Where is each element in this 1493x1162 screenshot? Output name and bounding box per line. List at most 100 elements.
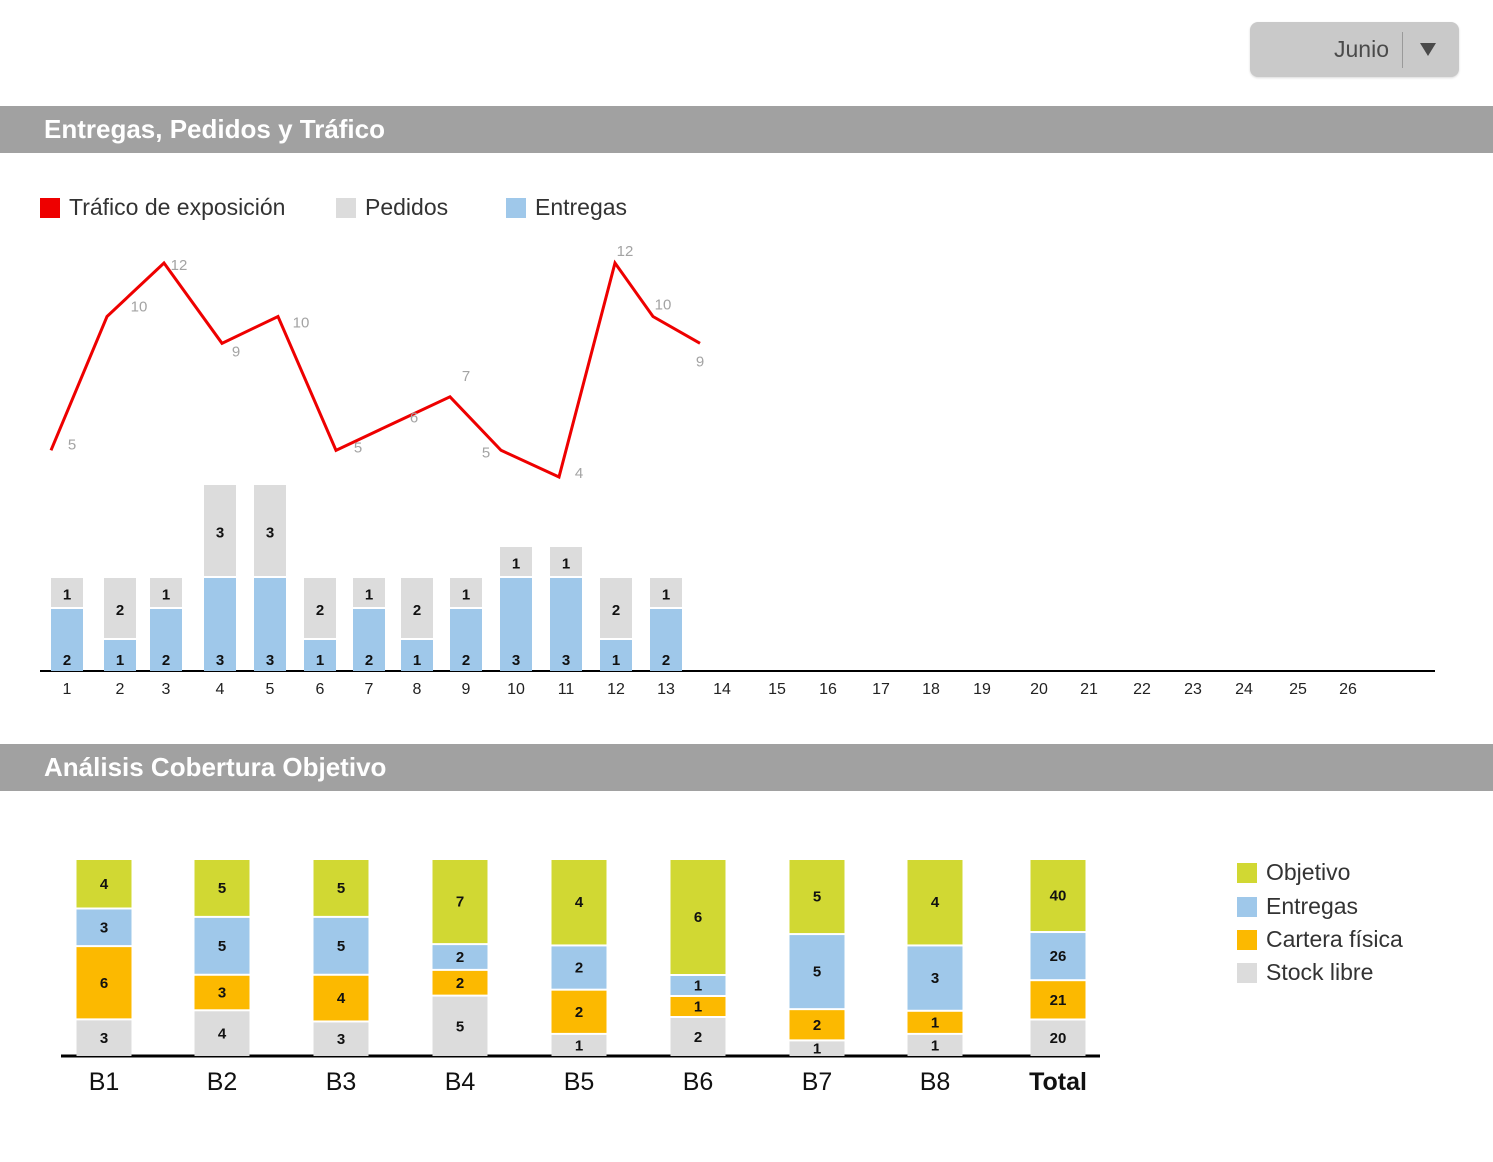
bar-label-pedidos: 1 — [63, 587, 71, 604]
x-tick-label: 17 — [872, 681, 890, 698]
bar-label-pedidos: 3 — [266, 525, 274, 542]
bar-label-cartera: 1 — [931, 1014, 939, 1031]
x-tick-label: 9 — [462, 681, 471, 698]
x-tick-label: 26 — [1339, 681, 1357, 698]
bar-label-entregas: 2 — [456, 949, 464, 966]
bar-label-entregas: 2 — [162, 652, 170, 669]
x-category-label: B6 — [683, 1068, 714, 1096]
x-tick-label: 23 — [1184, 681, 1202, 698]
bar-label-entregas: 26 — [1050, 948, 1067, 965]
bar-label-cartera: 4 — [337, 990, 346, 1007]
bar-label-cartera: 6 — [100, 975, 108, 992]
line-point-label: 5 — [68, 436, 76, 453]
cobertura-objetivo-chart: 3634B14355B23455B35227B41224B52116B61255… — [61, 860, 1100, 1096]
line-point-label: 12 — [617, 243, 634, 260]
bar-label-objetivo: 4 — [931, 894, 940, 911]
bar-label-pedidos: 1 — [365, 587, 373, 604]
bar-label-entregas: 2 — [63, 652, 71, 669]
bar-label-stock: 20 — [1050, 1030, 1067, 1047]
bar-label-entregas: 1 — [413, 652, 421, 669]
bar-label-objetivo: 4 — [575, 894, 584, 911]
bar-label-entregas: 5 — [813, 964, 821, 981]
bar-label-objetivo: 6 — [694, 909, 702, 926]
x-category-label: B4 — [445, 1068, 476, 1096]
bar-label-entregas: 3 — [216, 652, 224, 669]
x-tick-label: 16 — [819, 681, 837, 698]
line-point-label: 4 — [575, 465, 583, 482]
bar-label-cartera: 2 — [575, 1004, 583, 1021]
bar-label-entregas: 1 — [694, 978, 702, 995]
bar-label-entregas: 1 — [612, 652, 620, 669]
bar-label-cartera: 1 — [694, 999, 702, 1016]
bar-label-stock: 1 — [931, 1037, 939, 1054]
line-point-label: 9 — [232, 343, 240, 360]
charts-canvas: 211221333312211221313112211 2 3 4 5 6 7 8 9 10 11 1… — [40, 243, 1435, 1096]
entregas-pedidos-trafico-chart: 211221333312211221313112211 2 3 4 5 6 7 8 9 10 11 1… — [40, 243, 1435, 698]
bar-label-stock: 4 — [218, 1026, 227, 1043]
bar-label-pedidos: 1 — [512, 556, 520, 573]
bar-label-entregas: 1 — [316, 652, 324, 669]
bar-label-pedidos: 3 — [216, 525, 224, 542]
line-trafico — [49, 259, 701, 480]
bar-label-pedidos: 1 — [662, 587, 670, 604]
bar-label-pedidos: 2 — [116, 602, 124, 619]
x-tick-label: 12 — [607, 681, 625, 698]
bar-label-stock: 5 — [456, 1018, 464, 1035]
bar-label-entregas: 3 — [512, 652, 520, 669]
bar-label-cartera: 2 — [813, 1017, 821, 1034]
x-category-label: B7 — [802, 1068, 833, 1096]
x-tick-label: 11 — [558, 681, 575, 698]
bar-label-entregas: 3 — [266, 652, 274, 669]
bar-label-entregas: 3 — [931, 970, 939, 987]
x-category-label: B1 — [89, 1068, 120, 1096]
bar-label-objetivo: 7 — [456, 894, 464, 911]
bar-label-entregas: 3 — [562, 652, 570, 669]
x-tick-label: 14 — [713, 681, 731, 698]
bar-label-pedidos: 2 — [612, 602, 620, 619]
bar-label-stock: 1 — [813, 1041, 821, 1058]
x-tick-label: 15 — [768, 681, 786, 698]
bar-label-objetivo: 5 — [813, 889, 821, 906]
x-tick-label: 7 — [365, 681, 374, 698]
line-point-label: 5 — [482, 444, 490, 461]
x-tick-label: 5 — [266, 681, 275, 698]
x-tick-label: 10 — [507, 681, 525, 698]
bar-label-entregas: 5 — [218, 938, 226, 955]
x-category-label: Total — [1029, 1068, 1087, 1096]
x-tick-label: 3 — [162, 681, 171, 698]
bar-label-entregas: 2 — [575, 960, 583, 977]
bar-label-objetivo: 4 — [100, 876, 109, 893]
bar-label-entregas: 2 — [462, 652, 470, 669]
x-tick-label: 13 — [657, 681, 675, 698]
x-category-label: B2 — [207, 1068, 238, 1096]
x-category-label: B3 — [326, 1068, 357, 1096]
x-tick-label: 6 — [316, 681, 325, 698]
bar-label-stock: 3 — [100, 1030, 108, 1047]
x-tick-label: 19 — [973, 681, 991, 698]
bar-label-pedidos: 1 — [562, 556, 570, 573]
bar-label-entregas: 1 — [116, 652, 124, 669]
bar-label-stock: 2 — [694, 1029, 702, 1046]
bar-label-stock: 3 — [337, 1031, 345, 1048]
line-point-label: 6 — [410, 410, 418, 427]
bar-label-entregas: 5 — [337, 938, 345, 955]
line-point-label: 10 — [655, 297, 672, 314]
x-tick-label: 22 — [1133, 681, 1151, 698]
bar-label-objetivo: 40 — [1050, 888, 1067, 905]
bar-label-pedidos: 1 — [462, 587, 470, 604]
bar-label-entregas: 2 — [365, 652, 373, 669]
x-tick-label: 20 — [1030, 681, 1048, 698]
x-tick-label: 2 — [116, 681, 125, 698]
x-tick-label: 4 — [216, 681, 225, 698]
line-point-label: 12 — [171, 257, 188, 274]
line-point-label: 10 — [131, 299, 148, 316]
x-tick-label: 25 — [1289, 681, 1307, 698]
line-point-label: 9 — [696, 353, 704, 370]
line-point-label: 10 — [293, 315, 310, 332]
line-point-label: 7 — [462, 368, 470, 385]
x-tick-label: 24 — [1235, 681, 1253, 698]
line-point-label: 5 — [354, 439, 362, 456]
bar-label-entregas: 3 — [100, 919, 108, 936]
bar-label-stock: 1 — [575, 1037, 583, 1054]
bar-label-entregas: 2 — [662, 652, 670, 669]
